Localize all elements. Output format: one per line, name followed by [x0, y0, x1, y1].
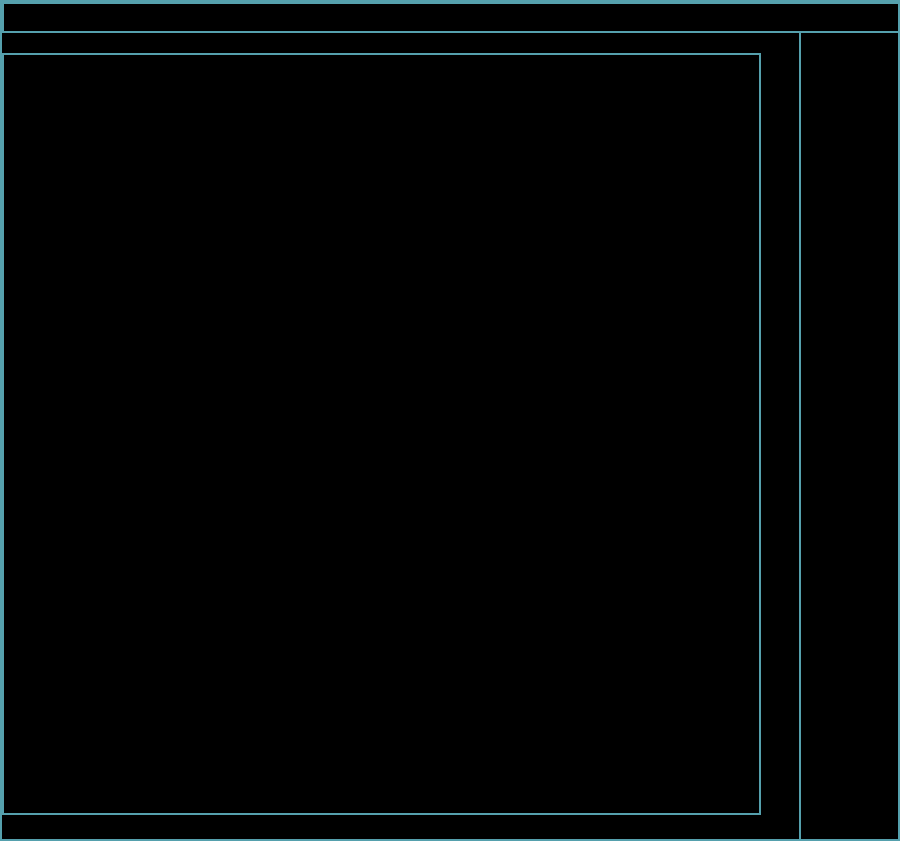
bottom-distance-axis — [2, 815, 799, 841]
radar-app-window — [0, 0, 900, 841]
right-distance-axis — [762, 54, 799, 814]
colorscale-legend-panel — [799, 33, 900, 841]
title-bar — [2, 2, 900, 33]
info-bar — [2, 33, 799, 53]
map-overlay-layer — [4, 55, 759, 813]
radar-map-viewport[interactable] — [2, 53, 761, 815]
